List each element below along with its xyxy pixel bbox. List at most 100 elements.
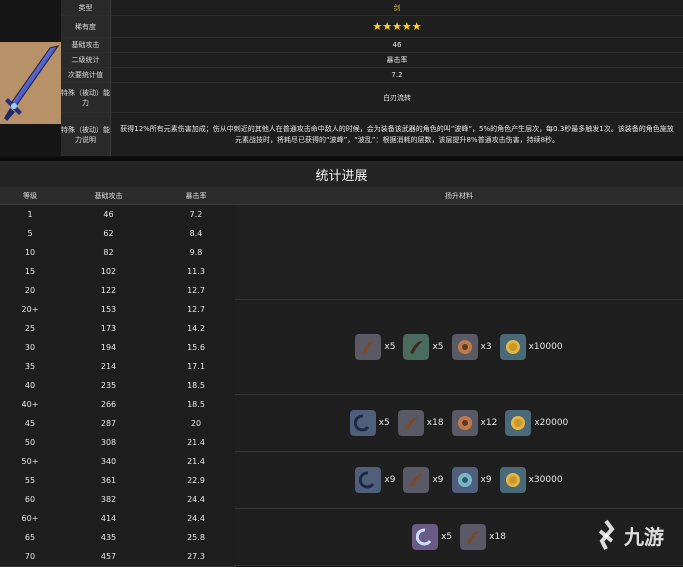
header-crit-rate: 暴击率 [157, 187, 236, 205]
crit-rate-cell: 15.6 [157, 338, 236, 358]
material-quantity: x5 [384, 342, 396, 352]
material-quantity: x30000 [528, 475, 563, 485]
material-quantity: x5 [432, 342, 444, 352]
info-value: 剑 [111, 0, 683, 15]
mora-coin-icon [499, 467, 526, 493]
material-quantity: x5 [378, 418, 390, 428]
level-cell: 40 [0, 376, 61, 396]
base-atk-cell: 382 [60, 490, 158, 510]
crit-rate-cell: 7.2 [157, 205, 236, 225]
material-quantity: x9 [480, 475, 492, 485]
material-quantity: x9 [384, 475, 396, 485]
level-cell: 30 [0, 338, 61, 358]
base-atk-cell: 435 [60, 528, 158, 548]
header-materials: 扬升材料 [235, 187, 683, 205]
base-atk-cell: 102 [60, 262, 158, 282]
passive-description: 获得12%所有元素伤害加成；伤从中刺近的其他人在普通攻击命中敌人的时候，会为装备… [111, 113, 683, 156]
info-key: 次要统计值 [61, 68, 111, 82]
level-cell: 5 [0, 224, 61, 244]
level-cell: 50 [0, 433, 61, 453]
material-item[interactable]: x5 [355, 334, 395, 360]
info-row-base-atk: 基础攻击 46 [61, 38, 683, 53]
brown-horn-icon [460, 524, 487, 550]
crit-rate-cell: 24.4 [157, 490, 236, 510]
material-quantity: x9 [432, 475, 444, 485]
crit-rate-cell: 22.9 [157, 471, 236, 491]
material-item[interactable]: x20000 [505, 410, 568, 436]
info-key: 特殊（被动）能力说明 [61, 113, 111, 156]
material-item[interactable]: x12 [451, 410, 498, 436]
info-row-passive: 特殊（被动）能力 白刃流转 [61, 83, 683, 113]
dark-horn-icon [403, 334, 430, 360]
watermark-logo-icon [598, 519, 615, 550]
weapon-info-table: 类型 剑 稀有度 ★★★★★ 基础攻击 46 二级统计 暴击率 次要统计值 7.… [0, 0, 683, 156]
stats-progress-table: 统计进展 等级 基础攻击 暴击率 扬升材料 1 46 7.2 5 62 8.4 10 82 9.… [0, 161, 683, 567]
material-item[interactable]: x9 [451, 467, 492, 493]
base-atk-cell: 308 [60, 433, 158, 453]
base-atk-cell: 173 [60, 319, 158, 339]
info-row-rarity: 稀有度 ★★★★★ [61, 16, 683, 38]
level-cell: 50+ [0, 452, 61, 472]
crit-rate-cell: 17.1 [157, 357, 236, 377]
crit-rate-cell: 12.7 [157, 281, 236, 301]
header-level: 等级 [0, 187, 61, 205]
info-row-secondary-stat: 二级统计 暴击率 [61, 53, 683, 68]
material-item[interactable]: x5 [349, 410, 390, 436]
info-key: 二级统计 [61, 53, 111, 67]
purple-scroll-icon [412, 524, 439, 550]
base-atk-cell: 287 [60, 414, 158, 434]
orange-mask-icon [451, 410, 478, 436]
crit-rate-cell: 27.3 [157, 547, 236, 567]
material-item[interactable]: x5 [412, 524, 452, 550]
orange-mask-icon [451, 334, 478, 360]
crit-rate-cell: 8.4 [157, 224, 236, 244]
level-cell: 70 [0, 547, 61, 567]
mora-coin-icon [499, 334, 526, 360]
info-key: 基础攻击 [61, 38, 111, 52]
crit-rate-cell: 24.4 [157, 509, 236, 529]
level-cell: 25 [0, 319, 61, 339]
level-cell: 35 [0, 357, 61, 377]
info-value: 46 [111, 38, 683, 52]
blue-scroll-icon [355, 467, 382, 493]
level-cell: 15 [0, 262, 61, 282]
brown-horn-icon [403, 467, 430, 493]
material-item[interactable]: x5 [403, 334, 444, 360]
base-atk-cell: 266 [60, 395, 158, 415]
material-quantity: x12 [480, 418, 498, 428]
base-atk-cell: 361 [60, 471, 158, 491]
crit-rate-cell: 20 [157, 414, 236, 434]
info-key: 类型 [61, 0, 111, 15]
mora-coin-icon [505, 410, 532, 436]
base-atk-cell: 194 [60, 338, 158, 358]
material-quantity: x20000 [534, 418, 569, 428]
level-cell: 60 [0, 490, 61, 510]
level-cell: 65 [0, 528, 61, 548]
crit-rate-cell: 9.8 [157, 243, 236, 263]
ascension-materials-cell: x9 x9 x9 x30000 [235, 452, 683, 509]
material-item[interactable]: x9 [403, 467, 444, 493]
material-quantity: x5 [441, 532, 453, 542]
material-item[interactable]: x18 [460, 524, 506, 550]
watermark: 九游 [592, 512, 682, 558]
level-cell: 55 [0, 471, 61, 491]
level-cell: 40+ [0, 395, 61, 415]
info-row-type: 类型 剑 [61, 0, 683, 16]
level-cell: 20 [0, 281, 61, 301]
blue-scroll-icon [349, 410, 376, 436]
material-item[interactable]: x3 [451, 334, 492, 360]
stats-title: 统计进展 [0, 161, 683, 188]
base-atk-cell: 214 [60, 357, 158, 377]
material-item[interactable]: x10000 [499, 334, 563, 360]
level-cell: 10 [0, 243, 61, 263]
base-atk-cell: 62 [60, 224, 158, 244]
ascension-materials-cell: x5 x5 x3 x10000 [235, 300, 683, 395]
material-quantity: x18 [489, 532, 506, 542]
material-item[interactable]: x18 [397, 410, 444, 436]
base-atk-cell: 122 [60, 281, 158, 301]
base-atk-cell: 46 [60, 205, 158, 225]
material-item[interactable]: x9 [355, 467, 395, 493]
level-cell: 45 [0, 414, 61, 434]
base-atk-cell: 153 [60, 300, 158, 320]
material-item[interactable]: x30000 [499, 467, 563, 493]
